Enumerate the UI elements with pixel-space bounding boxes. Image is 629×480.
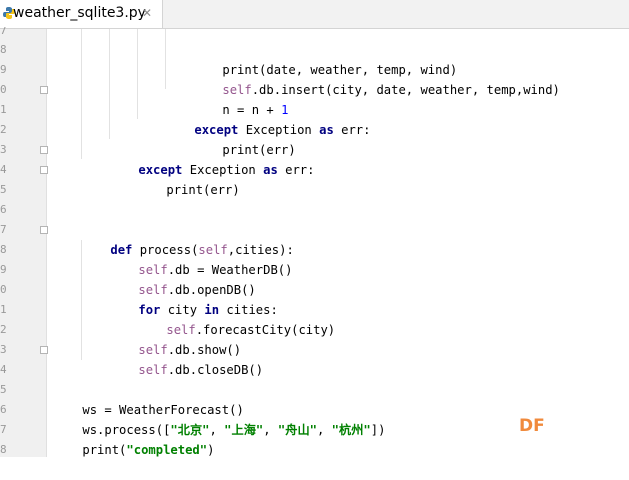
line-number: 3: [0, 343, 7, 356]
code-line: except Exception as err:: [138, 163, 315, 177]
code-line: print(err): [222, 143, 296, 157]
code-line: self.db.show(): [138, 343, 242, 357]
editor-tab-bar: weather_sqlite3.py ✕: [0, 0, 629, 29]
line-number: 2: [0, 123, 7, 136]
line-number: 7: [0, 223, 7, 236]
code-line: self.forecastCity(city): [166, 323, 336, 337]
indent-guide: [109, 29, 110, 139]
code-line: print("completed"): [82, 443, 215, 457]
code-line: self.db = WeatherDB(): [138, 263, 293, 277]
line-number: 1: [0, 303, 7, 316]
line-number: 4: [0, 363, 7, 376]
line-number: 3: [0, 143, 7, 156]
line-number: 4: [0, 163, 7, 176]
line-number: 8: [0, 243, 7, 256]
tab-weather-sqlite3[interactable]: weather_sqlite3.py ✕: [0, 0, 163, 28]
line-number: 2: [0, 323, 7, 336]
code-line: print(err): [166, 183, 240, 197]
line-number: 6: [0, 403, 7, 416]
indent-guide: [137, 29, 138, 119]
line-number: 5: [0, 383, 7, 396]
code-line: n = n + 1: [222, 103, 289, 117]
fold-marker-icon[interactable]: [40, 86, 48, 94]
line-number-gutter: 7 8 9 0 1 2 3 4 5 6 7 8 9 0 1 2 3 4 5 6 …: [0, 27, 48, 457]
line-number: 0: [0, 283, 7, 296]
indent-guide: [165, 29, 166, 89]
tab-title: weather_sqlite3.py: [13, 5, 146, 21]
fold-marker-icon[interactable]: [40, 166, 48, 174]
fold-marker-icon[interactable]: [40, 226, 48, 234]
code-line: print(date, weather, temp, wind): [222, 63, 458, 77]
code-line: self.db.openDB(): [138, 283, 256, 297]
line-number: 7: [0, 423, 7, 436]
code-line: for city in cities:: [138, 303, 278, 317]
code-line: self.db.insert(city, date, weather, temp…: [222, 83, 560, 97]
code-line: def process(self,cities):: [110, 243, 294, 257]
fold-marker-icon[interactable]: [40, 346, 48, 354]
line-number: 6: [0, 203, 7, 216]
line-number: 7: [0, 27, 7, 35]
line-number: 9: [0, 263, 7, 276]
line-number: 1: [0, 103, 7, 116]
close-tab-icon[interactable]: ✕: [142, 6, 152, 20]
df-watermark-logo: DF: [519, 416, 545, 436]
line-number: 5: [0, 183, 7, 196]
indent-guide: [81, 29, 82, 159]
code-line: self.db.closeDB(): [138, 363, 264, 377]
code-line: ws.process(["北京", "上海", "舟山", "杭州"]): [82, 423, 386, 437]
line-number: 0: [0, 83, 7, 96]
code-line: ws = WeatherForecast(): [82, 403, 244, 417]
line-number: 9: [0, 63, 7, 76]
code-line: except Exception as err:: [194, 123, 371, 137]
fold-marker-icon[interactable]: [40, 146, 48, 154]
line-number: 8: [0, 443, 7, 456]
line-number: 8: [0, 43, 7, 56]
